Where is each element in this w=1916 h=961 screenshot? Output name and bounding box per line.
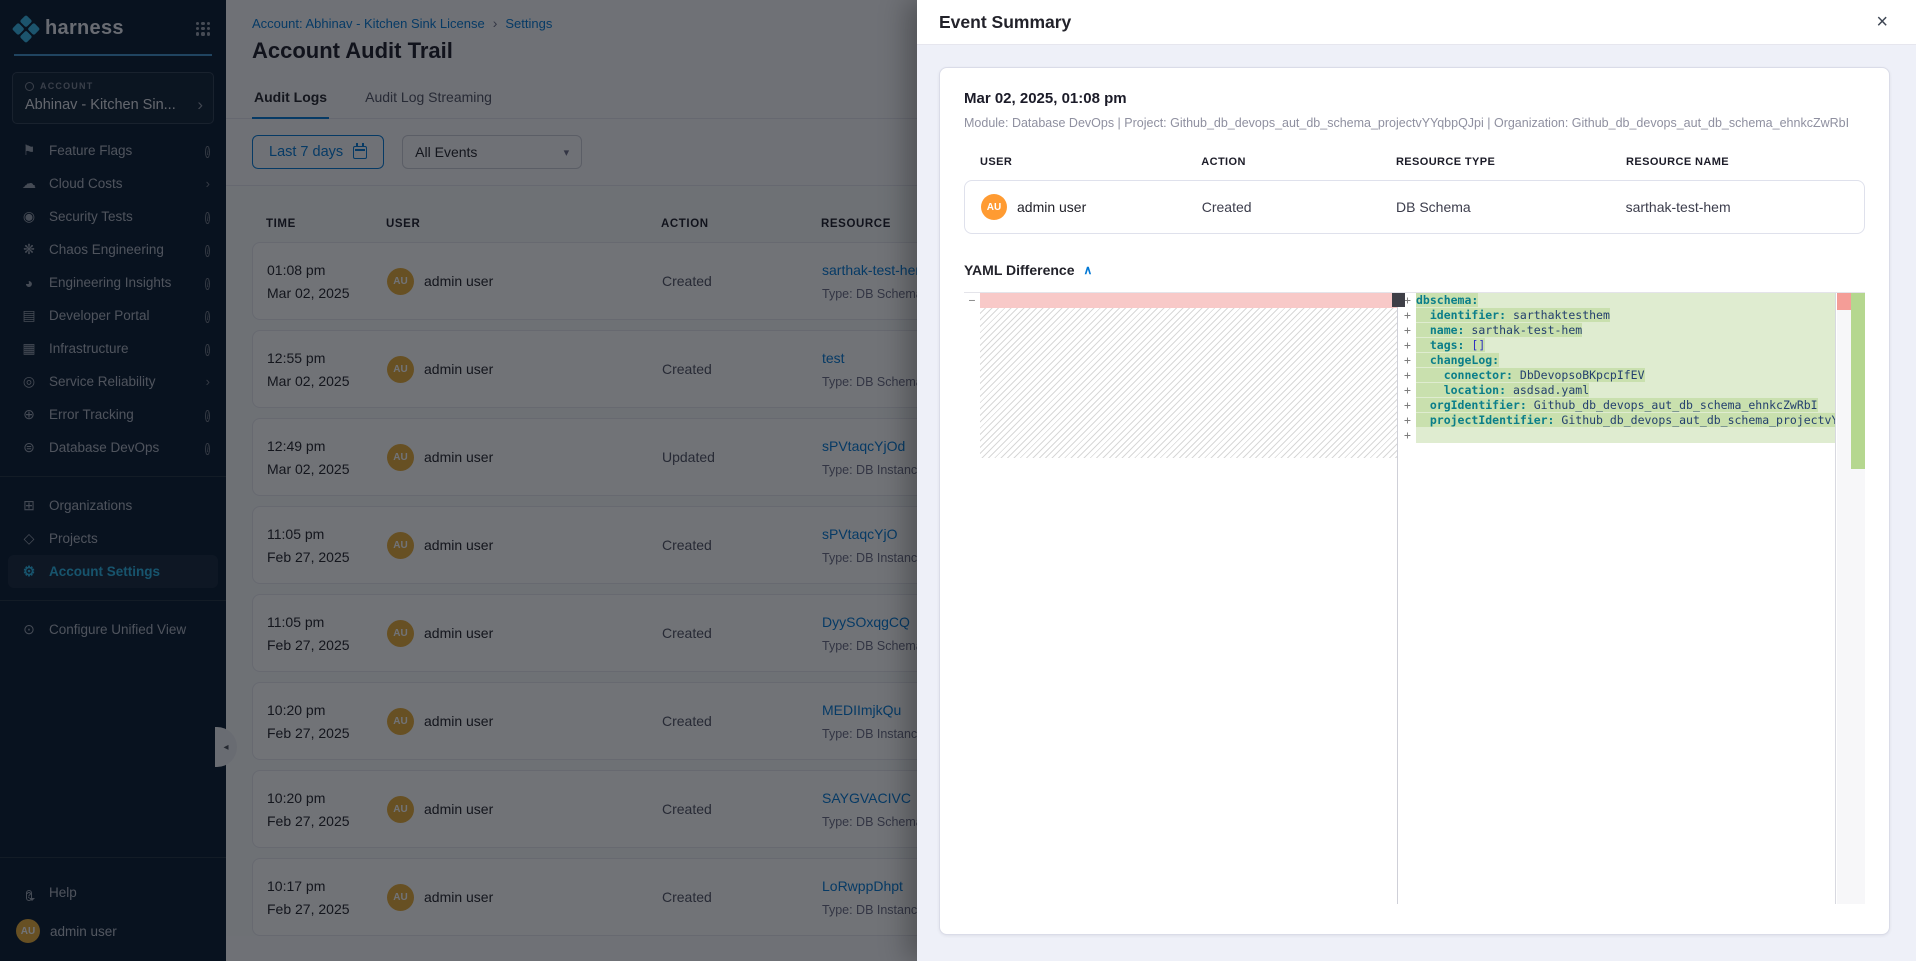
diff-added-line: + changeLog: [1399,353,1835,368]
drawer-body: Mar 02, 2025, 01:08 pm Module: Database … [917,45,1916,961]
user-avatar: AU [981,194,1007,220]
plus-gutter-icon: + [1399,353,1416,368]
close-icon[interactable]: × [1870,10,1894,34]
diff-added-line: +dbschema: [1399,293,1835,308]
minus-gutter-icon: − [964,293,980,308]
plus-gutter-icon: + [1399,413,1416,428]
column-header: USER [980,156,1201,168]
diff-removed-line: − [964,293,1397,308]
diff-added-line: + orgIdentifier: Github_db_devops_aut_db… [1399,398,1835,413]
event-resource-type: DB Schema [1396,199,1626,215]
diff-added-line: + tags: [] [1399,338,1835,353]
event-summary-card: Mar 02, 2025, 01:08 pm Module: Database … [939,67,1890,935]
column-header: RESOURCE NAME [1626,156,1865,168]
drawer-header: Event Summary × [917,0,1916,45]
diff-added-line: + connector: DbDevopsoBKpcpIfEV [1399,368,1835,383]
diff-right-pane: +dbschema:+ identifier: sarthaktesthem+ … [1399,293,1836,904]
diff-overview-ruler [1837,293,1865,904]
ruler-added-mark [1851,293,1865,469]
plus-gutter-icon: + [1399,398,1416,413]
event-action: Created [1202,199,1396,215]
yaml-difference-toggle[interactable]: YAML Difference ∧ [964,262,1865,278]
diff-added-line: + identifier: sarthaktesthem [1399,308,1835,323]
event-summary-drawer: Event Summary × Mar 02, 2025, 01:08 pm M… [917,0,1916,961]
column-header: RESOURCE TYPE [1396,156,1626,168]
event-module-line: Module: Database DevOps | Project: Githu… [964,116,1865,130]
diff-sash-handle[interactable] [1392,293,1405,307]
event-table-row: AU admin user Created DB Schema sarthak-… [964,180,1865,234]
diff-added-line: + projectIdentifier: Github_db_devops_au… [1399,413,1835,428]
plus-gutter-icon: + [1399,338,1416,353]
plus-gutter-icon: + [1399,428,1416,443]
diff-added-line: + [1399,428,1835,443]
chevron-up-icon: ∧ [1083,263,1092,277]
diff-empty-hatch [980,308,1397,458]
event-timestamp: Mar 02, 2025, 01:08 pm [964,90,1865,107]
diff-added-line: + name: sarthak-test-hem [1399,323,1835,338]
event-table-header: USERACTIONRESOURCE TYPERESOURCE NAME [964,156,1865,168]
yaml-diff-editor[interactable]: − +dbschema:+ identifier: sarthaktesthem… [964,292,1865,904]
plus-gutter-icon: + [1399,323,1416,338]
plus-gutter-icon: + [1399,308,1416,323]
event-user: admin user [1017,199,1086,215]
app-root: harness ACCOUNT Abhinav - Kitchen Sin...… [0,0,1916,961]
ruler-removed-mark [1837,293,1851,310]
column-header: ACTION [1201,156,1396,168]
plus-gutter-icon: + [1399,368,1416,383]
plus-gutter-icon: + [1399,383,1416,398]
diff-left-pane: − [964,293,1398,904]
event-resource-name: sarthak-test-hem [1626,199,1864,215]
diff-added-line: + location: asdsad.yaml [1399,383,1835,398]
drawer-title: Event Summary [939,12,1870,33]
